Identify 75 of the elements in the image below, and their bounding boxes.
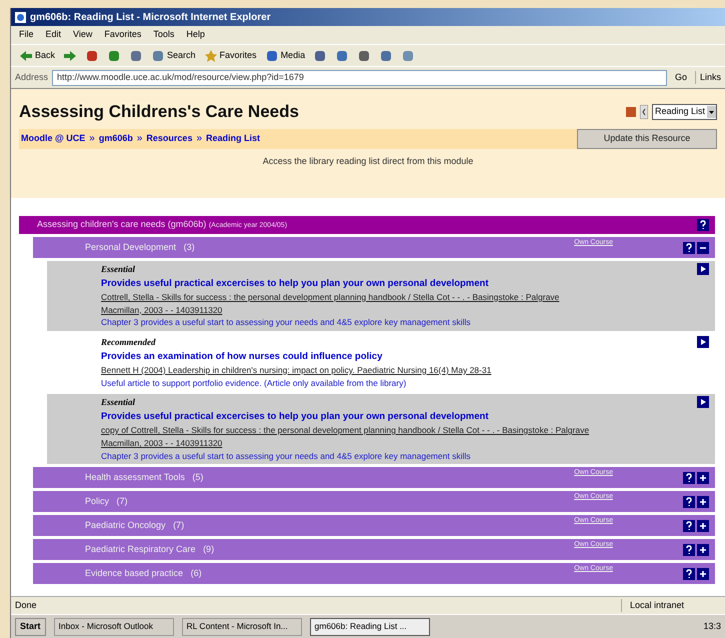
toolbar-button[interactable]: Back (19, 48, 56, 62)
address-field[interactable]: http://www.moodle.uce.ac.uk/mod/resource/view.php?id=1679 (52, 70, 667, 86)
stop-icon (85, 48, 100, 62)
help-icon[interactable] (683, 568, 695, 580)
menu-item[interactable]: Help (186, 28, 205, 42)
breadcrumb-link[interactable]: Reading List (206, 132, 260, 146)
zone-text: Local intranet (621, 598, 721, 612)
section-title: Paediatric Oncology (7) (85, 519, 186, 532)
go-button[interactable]: Go (670, 70, 691, 84)
citation-text: copy of Cottrell, Stella - Skills for success : the personal development planning handbook / Stella Cot - - . - Basingstoke : Palgrave Macmillan, 2003 - - 1403911320 (101, 424, 590, 450)
expand-icon[interactable] (697, 520, 709, 532)
expand-icon[interactable] (697, 568, 709, 580)
clock: 13:3 (703, 620, 721, 633)
breadcrumb-link[interactable]: Moodle @ UCE (21, 132, 86, 146)
expand-icon[interactable] (697, 496, 709, 508)
taskbar-button[interactable]: Inbox - Microsoft Outlook (54, 618, 174, 636)
help-icon[interactable] (697, 219, 709, 231)
page-title: Assessing Childrens's Care Needs (19, 101, 299, 123)
status-text: Done (15, 598, 37, 612)
help-icon[interactable] (683, 496, 695, 508)
links-label[interactable]: Links (694, 70, 721, 84)
citation-text: Bennett H (2004) Leadership in children's nursing: impact on policy. Paediatric Nursing 16(4) May 28-31 (101, 364, 492, 376)
breadcrumb-separator: » (196, 132, 202, 146)
toolbar-button[interactable]: Media (264, 48, 306, 62)
left-arrow-icon[interactable] (640, 104, 648, 119)
update-resource-button[interactable]: Update this Resource (577, 128, 717, 148)
breadcrumb-link[interactable]: gm606b (98, 132, 133, 146)
help-icon[interactable] (683, 472, 695, 484)
start-button[interactable]: Start (15, 618, 46, 636)
item-title-link[interactable]: Provides useful practical excercises to help you plan your own personal development (101, 276, 697, 291)
note-text: Useful article to support portfolio evidence. (Article only available from the library) (101, 376, 408, 390)
breadcrumb-separator: » (89, 132, 95, 146)
collapse-icon[interactable] (697, 242, 709, 254)
note-text: Chapter 3 provides a useful start to assessing your needs and 4&5 explore key management skills (101, 316, 472, 329)
menu-item[interactable]: View (73, 28, 92, 42)
priority-label: Recommended (101, 336, 156, 349)
menu-item[interactable]: File (19, 28, 34, 42)
menu-item[interactable]: Favorites (104, 28, 142, 42)
taskbar-button[interactable]: RL Content - Microsoft In... (182, 618, 302, 636)
toolbar-button[interactable] (85, 48, 100, 62)
help-icon[interactable] (683, 544, 695, 556)
toolbar-button[interactable]: Search (151, 48, 196, 62)
breadcrumb-link[interactable]: Resources (146, 132, 192, 146)
expand-icon[interactable] (697, 472, 709, 484)
breadcrumb-separator: » (136, 132, 142, 146)
address-label: Address (15, 70, 48, 84)
toolbar-button[interactable] (63, 48, 78, 62)
forward-arrow-icon (63, 48, 78, 62)
star-icon (204, 48, 218, 62)
taskbar-button[interactable]: gm606b: Reading List ... (310, 618, 430, 636)
back-arrow-icon (19, 48, 33, 62)
menu-item[interactable]: Tools (153, 28, 174, 42)
section-title: Health assessment Tools (5) (85, 471, 204, 484)
note-text: Chapter 3 provides a useful start to assessing your needs and 4&5 explore key management skills (101, 450, 472, 462)
section-title: Personal Development (3) (85, 240, 196, 254)
play-icon[interactable] (697, 263, 709, 275)
toolbar-button[interactable]: Favorites (204, 48, 257, 62)
description-text: Access the library reading list direct from this module (262, 154, 474, 168)
priority-label: Essential (101, 263, 136, 276)
play-icon[interactable] (697, 336, 709, 348)
section-title: Policy (7) (85, 495, 129, 508)
jump-select[interactable]: Reading List (652, 104, 717, 120)
help-icon[interactable] (683, 242, 695, 254)
citation-text: Cottrell, Stella - Skills for success : the personal development planning handbook / Stella Cot - - . - Basingstoke : Palgrave Macmillan, 2003 - - 1403911320 (101, 290, 560, 316)
menu-item[interactable]: Edit (46, 28, 62, 42)
section-title: Evidence based practice (6) (85, 567, 203, 580)
play-icon[interactable] (697, 396, 709, 408)
expand-icon[interactable] (697, 544, 709, 556)
item-title-link[interactable]: Provides an examination of how nurses could influence policy (101, 350, 697, 364)
browser-icon (15, 12, 26, 22)
section-title: Paediatric Respiratory Care (9) (85, 543, 216, 556)
item-title-link[interactable]: Provides useful practical excercises to help you plan your own personal development (101, 410, 697, 424)
priority-label: Essential (101, 396, 136, 410)
window-title: gm606b: Reading List - Microsoft Internet Explorer (30, 10, 271, 24)
help-icon[interactable] (683, 520, 695, 532)
